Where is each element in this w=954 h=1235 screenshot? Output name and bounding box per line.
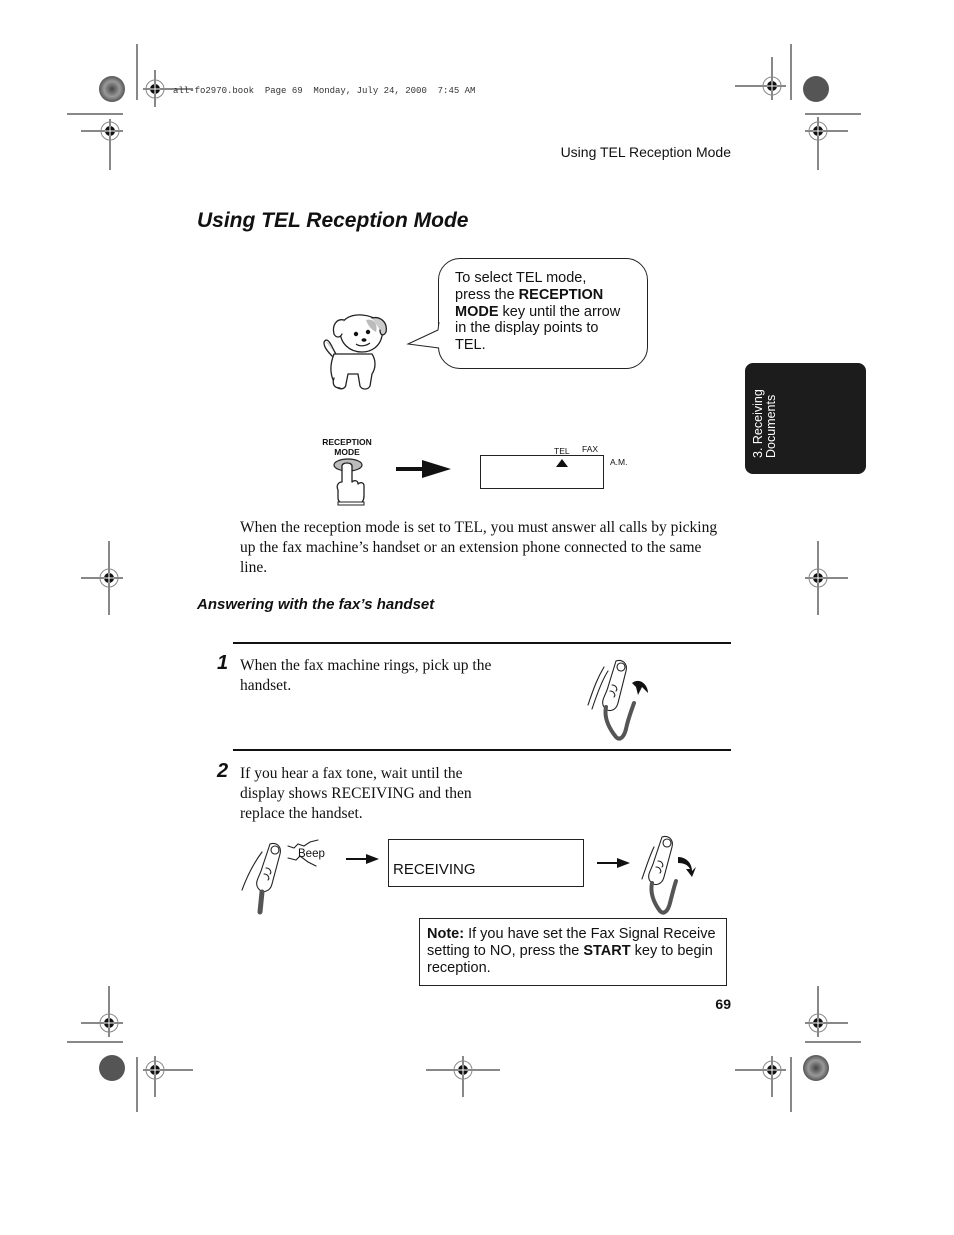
mode-pointer-arrow-icon xyxy=(556,459,568,467)
page-title: Using TEL Reception Mode xyxy=(197,209,469,232)
right-arrow-icon xyxy=(597,858,630,868)
fax-display-panel xyxy=(480,455,604,489)
callout-tail xyxy=(406,322,442,349)
color-target-icon xyxy=(99,1055,125,1081)
crop-mark-top-right xyxy=(735,44,861,170)
callout-key-name: RECEPTION xyxy=(518,286,604,303)
right-arrow-icon xyxy=(396,460,451,478)
page-number: 69 xyxy=(715,996,731,1012)
dog-mascot-icon xyxy=(323,314,387,390)
callout-key-name: MODE xyxy=(455,303,499,320)
color-target-icon xyxy=(99,76,125,102)
step-text: When the fax machine rings, pick up the … xyxy=(240,657,492,694)
intro-paragraph: When the reception mode is set to TEL, y… xyxy=(240,519,718,576)
step-divider xyxy=(233,749,731,751)
reception-mode-key-label: RECEPTION MODE xyxy=(316,437,378,457)
callout-text: in the display points to xyxy=(455,320,599,337)
key-label-line-2: MODE xyxy=(334,447,360,457)
note-box: Note: If you have set the Fax Signal Rec… xyxy=(419,918,727,986)
note-label: Note: xyxy=(427,926,465,942)
receiving-display: RECEIVING xyxy=(388,839,584,887)
step-text: If you hear a fax tone, wait until the d… xyxy=(240,765,472,822)
finger-pressing-key-icon xyxy=(333,458,365,506)
crop-mark-top-left xyxy=(67,44,193,170)
crop-mark-bottom-left xyxy=(67,986,193,1112)
display-am-label: A.M. xyxy=(610,457,628,467)
key-label-line-1: RECEPTION xyxy=(322,437,372,447)
step-number: 2 xyxy=(217,760,229,782)
chapter-tab-label: 3. Receiving Documents xyxy=(751,358,778,458)
instruction-callout: To select TEL mode, press the RECEPTION … xyxy=(438,258,648,369)
color-target-icon xyxy=(803,1055,829,1081)
step-number: 1 xyxy=(217,652,229,674)
beep-label: Beep xyxy=(298,848,325,860)
callout-text: TEL. xyxy=(455,337,486,354)
callout-line-1: To select TEL mode, xyxy=(455,270,587,286)
right-arrow-icon xyxy=(346,854,379,864)
crop-mark-bottom-center xyxy=(426,1056,500,1097)
lift-handset-icon xyxy=(587,659,648,741)
color-target-icon xyxy=(803,76,829,102)
registration-marks xyxy=(67,44,861,1112)
step-divider xyxy=(233,642,731,644)
replace-handset-icon xyxy=(641,835,696,915)
crop-mark-bottom-right xyxy=(735,986,861,1112)
note-key-name: START xyxy=(583,943,631,959)
callout-text: press the xyxy=(455,286,519,303)
chapter-tab-line-2: Documents xyxy=(764,394,778,458)
running-head: Using TEL Reception Mode xyxy=(560,144,731,160)
callout-text: key until the arrow xyxy=(498,303,621,320)
crop-mark-middle-left xyxy=(81,541,123,615)
section-subheading: Answering with the fax’s handset xyxy=(197,596,435,613)
print-job-header: all-fo2970.book Page 69 Monday, July 24,… xyxy=(173,86,476,96)
crop-mark-middle-right xyxy=(805,541,848,615)
display-fax-label: FAX xyxy=(582,444,599,454)
